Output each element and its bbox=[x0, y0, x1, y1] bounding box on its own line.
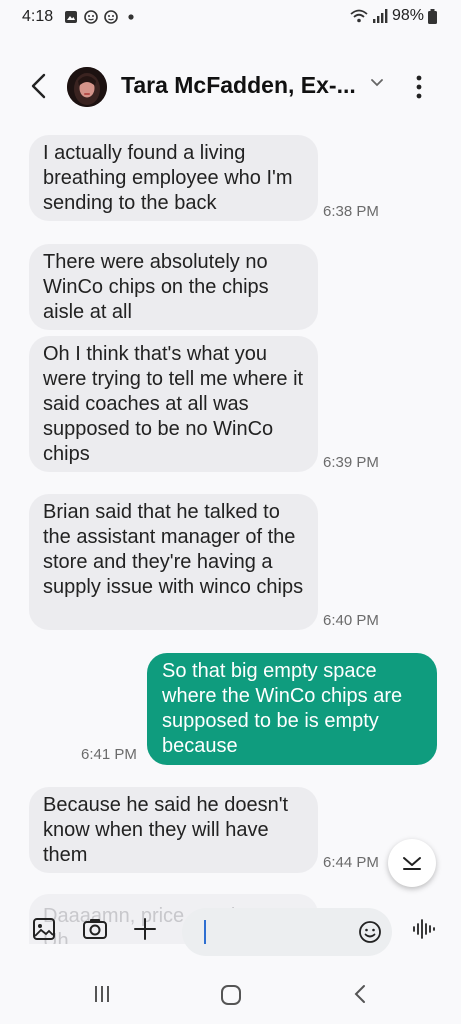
add-icon[interactable] bbox=[132, 916, 158, 942]
message-text: There were absolutely no WinCo chips on … bbox=[43, 251, 269, 323]
message-text: Oh I think that's what you were trying t… bbox=[43, 343, 304, 465]
message-text: Brian said that he talked to the assista… bbox=[43, 501, 304, 598]
gallery-icon bbox=[65, 11, 77, 23]
message-bubble[interactable]: There were absolutely no WinCo chips on … bbox=[29, 244, 318, 330]
message-text: So that big empty space where the WinCo … bbox=[162, 660, 403, 757]
face-icon bbox=[104, 10, 118, 24]
emoji-icon[interactable] bbox=[358, 920, 382, 944]
conversation-header: Tara McFadden, Ex-... bbox=[0, 56, 461, 120]
back-arrow-icon[interactable] bbox=[28, 72, 52, 100]
scroll-to-bottom-button[interactable] bbox=[388, 839, 436, 887]
gallery-icon[interactable] bbox=[31, 916, 57, 942]
signal-icon bbox=[372, 9, 388, 23]
chevron-down-icon bbox=[403, 857, 421, 870]
system-navigation-bar bbox=[0, 966, 461, 1024]
message-time: 6:44 PM bbox=[323, 854, 379, 871]
message-bubble[interactable]: I actually found a living breathing empl… bbox=[29, 135, 318, 221]
wifi-icon bbox=[350, 9, 368, 23]
message-time: 6:39 PM bbox=[323, 454, 379, 471]
status-right: 98% bbox=[350, 7, 437, 25]
message-time: 6:38 PM bbox=[323, 203, 379, 220]
message-bubble[interactable]: Oh I think that's what you were trying t… bbox=[29, 336, 318, 472]
message-input[interactable] bbox=[182, 908, 392, 956]
message-composer bbox=[0, 904, 461, 960]
dot-icon bbox=[128, 14, 134, 20]
battery-icon bbox=[428, 8, 437, 24]
more-options-icon[interactable] bbox=[412, 74, 426, 100]
text-cursor bbox=[204, 920, 206, 944]
avatar-photo bbox=[67, 67, 107, 107]
avatar[interactable] bbox=[67, 67, 107, 107]
battery-percent: 98% bbox=[391, 7, 424, 24]
camera-icon[interactable] bbox=[82, 916, 108, 942]
message-bubble-outgoing[interactable]: So that big empty space where the WinCo … bbox=[147, 653, 437, 765]
voice-input-icon[interactable] bbox=[411, 916, 437, 942]
back-icon[interactable] bbox=[352, 984, 368, 1004]
face-icon bbox=[84, 10, 98, 24]
chevron-down-icon[interactable] bbox=[370, 78, 384, 88]
message-time: 6:41 PM bbox=[81, 746, 137, 763]
status-time: 4:18 bbox=[22, 8, 54, 25]
recent-apps-icon[interactable] bbox=[92, 984, 112, 1004]
message-text: I actually found a living breathing empl… bbox=[43, 142, 293, 214]
home-icon[interactable] bbox=[220, 984, 242, 1006]
status-bar: 4:18 98% bbox=[0, 0, 461, 36]
message-bubble[interactable]: Because he said he doesn't know when the… bbox=[29, 787, 318, 873]
message-text: Because he said he doesn't know when the… bbox=[43, 794, 289, 866]
message-bubble[interactable]: Brian said that he talked to the assista… bbox=[29, 494, 318, 630]
contact-name[interactable]: Tara McFadden, Ex-... bbox=[121, 72, 356, 99]
message-time: 6:40 PM bbox=[323, 612, 379, 629]
